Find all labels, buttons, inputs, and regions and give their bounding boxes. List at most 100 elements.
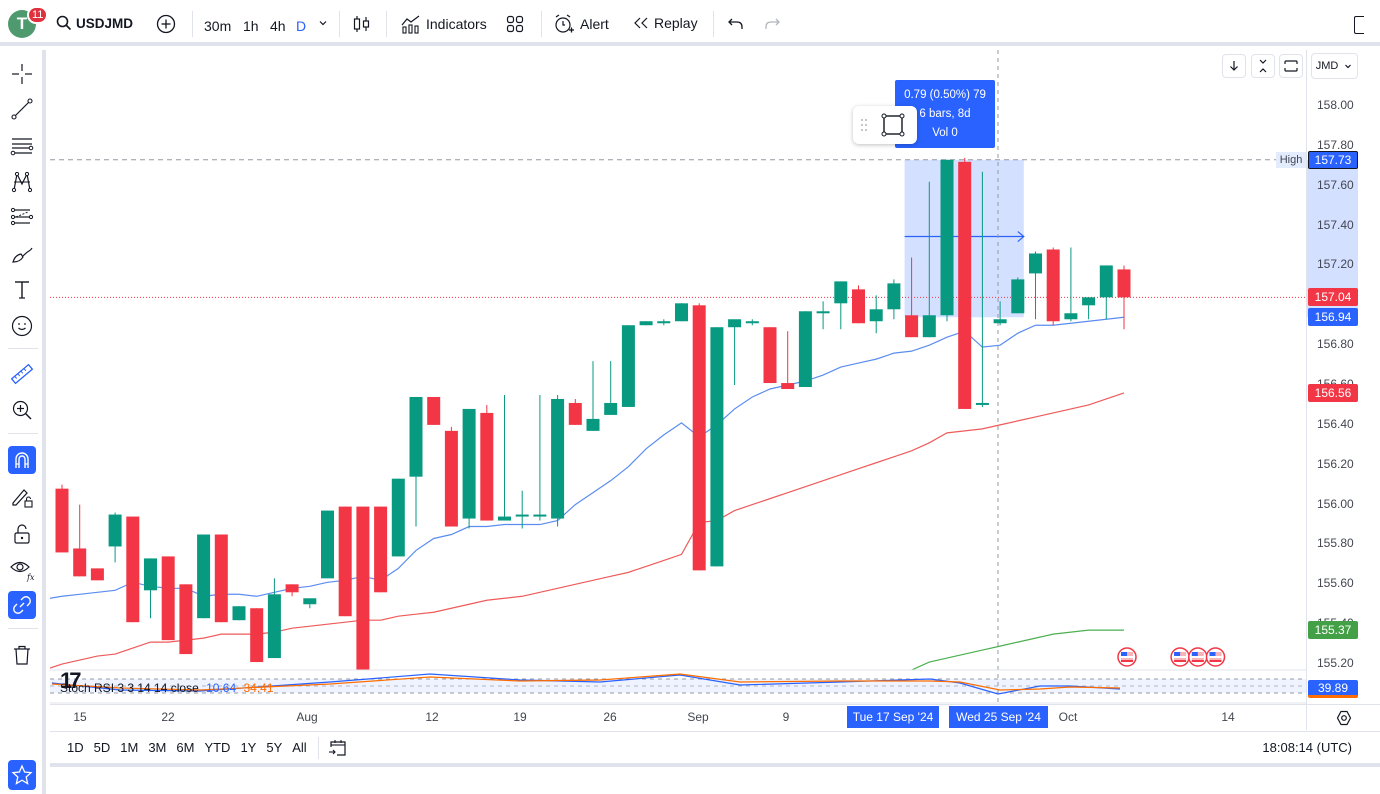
price-tick-label: 156.80 bbox=[1317, 337, 1354, 352]
candle[interactable] bbox=[1011, 277, 1025, 314]
stoch-rsi-legend[interactable]: Stoch RSI 3 3 14 14 close 10.64 34.41 bbox=[60, 681, 278, 695]
candle-body bbox=[498, 516, 511, 521]
candle[interactable] bbox=[480, 404, 494, 521]
candle[interactable] bbox=[798, 311, 812, 388]
candle-body bbox=[639, 321, 653, 326]
candle[interactable] bbox=[586, 361, 600, 431]
us-flag-event-icon[interactable] bbox=[1117, 647, 1137, 667]
candle[interactable] bbox=[409, 396, 423, 527]
maximize-pane-button[interactable] bbox=[1279, 54, 1303, 78]
candle[interactable] bbox=[1117, 265, 1131, 330]
candle[interactable] bbox=[1046, 247, 1060, 326]
candle-body bbox=[73, 548, 87, 577]
price-chart[interactable] bbox=[0, 0, 1380, 794]
candle[interactable] bbox=[214, 534, 228, 623]
candle[interactable] bbox=[940, 159, 954, 322]
candle[interactable] bbox=[675, 303, 688, 322]
scroll-to-realtime-button[interactable] bbox=[1222, 54, 1246, 78]
us-flag-event-icon[interactable] bbox=[1188, 647, 1208, 667]
candle[interactable] bbox=[73, 504, 87, 577]
us-flag-event-icon[interactable] bbox=[1170, 647, 1190, 667]
candle[interactable] bbox=[834, 281, 848, 330]
candle[interactable] bbox=[144, 558, 157, 619]
candle[interactable] bbox=[179, 584, 193, 655]
candle[interactable] bbox=[90, 568, 104, 581]
candle[interactable] bbox=[55, 484, 69, 553]
collapse-pane-button[interactable] bbox=[1251, 54, 1275, 78]
chart-settings-button[interactable] bbox=[1306, 704, 1380, 730]
candle[interactable] bbox=[374, 506, 388, 593]
candle[interactable] bbox=[604, 361, 618, 415]
candle-body bbox=[887, 283, 901, 310]
candle[interactable] bbox=[568, 398, 582, 425]
candle[interactable] bbox=[533, 394, 547, 521]
candle-body bbox=[161, 556, 175, 641]
candle[interactable] bbox=[356, 506, 370, 674]
candle[interactable] bbox=[498, 394, 511, 521]
candle[interactable] bbox=[321, 510, 334, 579]
candle[interactable] bbox=[427, 396, 441, 425]
candle[interactable] bbox=[1064, 247, 1078, 322]
range-1d[interactable]: 1D bbox=[67, 740, 84, 755]
candle[interactable] bbox=[781, 331, 795, 390]
candle[interactable] bbox=[250, 608, 264, 663]
stoch-rsi-axis-tag: 39.89 bbox=[1308, 680, 1358, 698]
candle[interactable] bbox=[728, 319, 742, 386]
candle[interactable] bbox=[1082, 297, 1096, 320]
candle[interactable] bbox=[161, 556, 175, 641]
range-6m[interactable]: 6M bbox=[176, 740, 194, 755]
candle[interactable] bbox=[338, 506, 352, 617]
candle[interactable] bbox=[126, 516, 140, 623]
candle-body bbox=[144, 558, 157, 591]
range-1m[interactable]: 1M bbox=[120, 740, 138, 755]
drag-handle[interactable] bbox=[853, 118, 875, 132]
us-flag-event-icon[interactable] bbox=[1205, 647, 1226, 667]
candle[interactable] bbox=[887, 279, 901, 320]
candle[interactable] bbox=[551, 394, 565, 527]
candle-body bbox=[250, 608, 264, 663]
candle-body bbox=[480, 412, 494, 521]
go-to-date-button[interactable] bbox=[328, 738, 348, 758]
candle[interactable] bbox=[639, 321, 653, 326]
candle[interactable] bbox=[1029, 251, 1042, 320]
utc-clock[interactable]: 18:08:14 (UTC) bbox=[1262, 740, 1352, 755]
candle[interactable] bbox=[462, 408, 476, 529]
price-tag-last-price: 157.04 bbox=[1308, 288, 1358, 307]
candle[interactable] bbox=[763, 327, 777, 384]
candle[interactable] bbox=[232, 606, 246, 621]
candle[interactable] bbox=[852, 285, 865, 324]
range-5d[interactable]: 5D bbox=[94, 740, 111, 755]
candle-body bbox=[869, 309, 883, 322]
candle[interactable] bbox=[692, 303, 706, 571]
candle[interactable] bbox=[391, 478, 405, 557]
candle[interactable] bbox=[710, 327, 724, 567]
time-axis[interactable]: 15 22 Aug 12 19 26 Sep 9 Tue 17 Sep '24 Wed 25 Se… bbox=[50, 704, 1306, 730]
candle-body bbox=[834, 281, 848, 304]
candle[interactable] bbox=[108, 512, 122, 563]
range-5y[interactable]: 5Y bbox=[266, 740, 282, 755]
candle-body bbox=[1046, 249, 1060, 322]
candle[interactable] bbox=[816, 301, 830, 330]
range-3m[interactable]: 3M bbox=[148, 740, 166, 755]
range-1y[interactable]: 1Y bbox=[240, 740, 256, 755]
candle[interactable] bbox=[197, 534, 211, 619]
price-tick-label: 157.80 bbox=[1317, 137, 1354, 152]
candle[interactable] bbox=[657, 319, 671, 326]
rectangle-tool-button[interactable] bbox=[875, 112, 911, 138]
candle-body bbox=[728, 319, 742, 328]
candle[interactable] bbox=[515, 490, 529, 529]
candle[interactable] bbox=[444, 426, 458, 527]
candle[interactable] bbox=[745, 319, 759, 326]
candle[interactable] bbox=[303, 598, 317, 609]
range-ytd[interactable]: YTD bbox=[204, 740, 230, 755]
candle[interactable] bbox=[621, 325, 635, 407]
candle[interactable] bbox=[869, 295, 883, 334]
candle[interactable] bbox=[1099, 265, 1113, 320]
price-axis[interactable]: 158.00 157.80 157.60 157.40 157.20 156.80 156.… bbox=[1306, 50, 1380, 704]
candle[interactable] bbox=[285, 584, 299, 597]
candle[interactable] bbox=[267, 578, 281, 659]
candle[interactable] bbox=[958, 157, 972, 409]
range-all[interactable]: All bbox=[292, 740, 306, 755]
candle-body bbox=[197, 534, 211, 619]
high-price-label: High bbox=[1276, 152, 1306, 168]
